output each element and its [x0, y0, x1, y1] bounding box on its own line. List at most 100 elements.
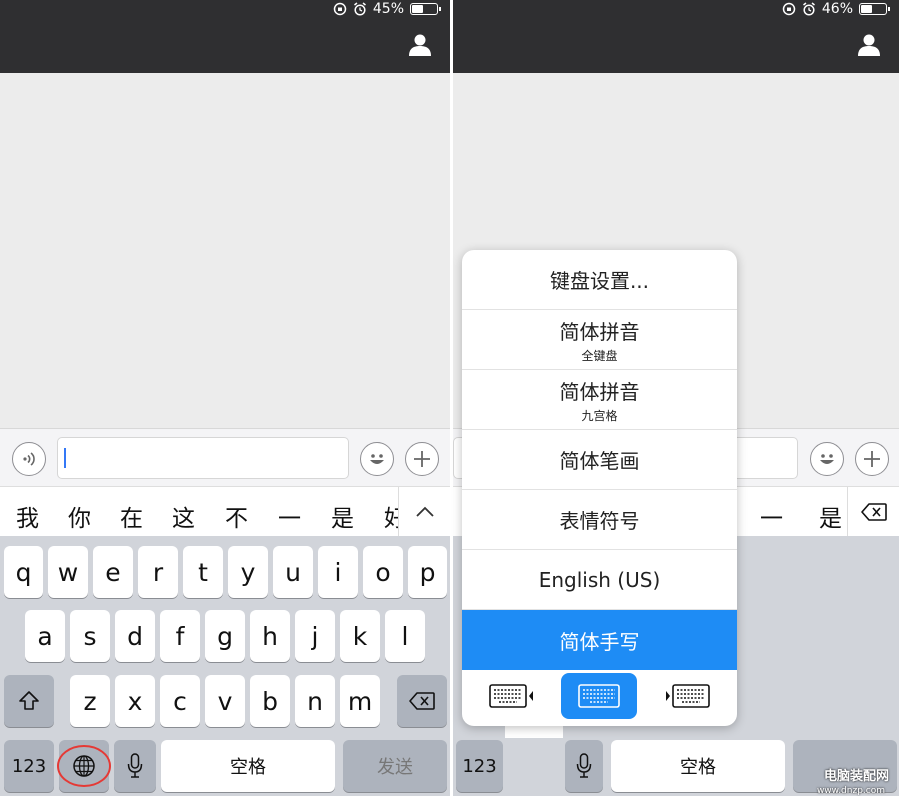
numbers-key[interactable]: 123 — [4, 740, 54, 792]
menu-item-english[interactable]: English (US) — [462, 550, 737, 610]
key-c[interactable]: c — [160, 675, 200, 727]
key-x[interactable]: x — [115, 675, 155, 727]
shift-arrow-icon — [19, 691, 39, 710]
title-bar: 45% — [0, 0, 450, 73]
contact-profile-icon[interactable] — [857, 34, 881, 56]
key-v[interactable]: v — [205, 675, 245, 727]
status-bar: 46% — [782, 1, 890, 17]
candidate-word[interactable]: 在 — [120, 499, 143, 533]
expand-candidates-button[interactable] — [398, 487, 450, 537]
key-q[interactable]: q — [4, 546, 43, 598]
keyboard-switcher-menu: 键盘设置... 简体拼音 全键盘 简体拼音 九宫格 简体笔画 表情符号 Engl… — [462, 250, 737, 726]
battery-percent: 45% — [372, 1, 404, 17]
voice-mode-button[interactable] — [12, 442, 46, 476]
keyboard: q w e r t y u i o p a s d f g h j k l z … — [0, 536, 450, 796]
key-j[interactable]: j — [295, 610, 335, 662]
candidate-word[interactable]: 不 — [225, 499, 248, 533]
key-l[interactable]: l — [385, 610, 425, 662]
keyboard-settings-item[interactable]: 键盘设置... — [462, 250, 737, 310]
candidate-word[interactable]: 一 — [760, 499, 783, 533]
keyboard-right-icon — [666, 684, 710, 708]
keyboard-center-button[interactable] — [561, 673, 637, 719]
menu-item-stroke[interactable]: 简体笔画 — [462, 430, 737, 490]
menu-item-label: 简体笔画 — [559, 449, 640, 473]
key-d[interactable]: d — [115, 610, 155, 662]
key-m[interactable]: m — [340, 675, 380, 727]
menu-item-label: 表情符号 — [559, 509, 640, 533]
key-n[interactable]: n — [295, 675, 335, 727]
menu-item-emoji[interactable]: 表情符号 — [462, 490, 737, 550]
orientation-lock-icon — [782, 2, 796, 16]
key-u[interactable]: u — [273, 546, 313, 598]
title-bar: 46% — [453, 0, 899, 73]
more-options-button[interactable] — [855, 442, 889, 476]
menu-item-label: 简体拼音 — [559, 319, 640, 344]
key-b[interactable]: b — [250, 675, 290, 727]
menu-item-pinyin-9key[interactable]: 简体拼音 九宫格 — [462, 370, 737, 430]
key-a[interactable]: a — [25, 610, 65, 662]
candidate-word[interactable]: 一 — [278, 499, 301, 533]
dictation-key[interactable] — [114, 740, 156, 792]
plus-icon — [864, 451, 880, 467]
smiley-icon — [820, 454, 834, 464]
highlight-ring — [57, 745, 111, 787]
shift-key[interactable] — [4, 675, 54, 727]
candidate-word[interactable]: 是 — [331, 499, 354, 533]
numbers-key[interactable]: 123 — [456, 740, 503, 792]
key-i[interactable]: i — [318, 546, 358, 598]
menu-item-label: English (US) — [538, 567, 661, 592]
keyboard-icon — [578, 684, 620, 708]
dictation-key[interactable] — [565, 740, 603, 792]
emoji-button[interactable] — [360, 442, 394, 476]
candidate-word[interactable]: 你 — [68, 499, 91, 533]
text-caret — [64, 448, 66, 468]
battery-percent: 46% — [821, 1, 853, 17]
key-k[interactable]: k — [340, 610, 380, 662]
keyboard-left-align-button[interactable] — [474, 673, 550, 719]
key-p[interactable]: p — [408, 546, 447, 598]
key-e[interactable]: e — [93, 546, 133, 598]
alarm-icon — [802, 2, 815, 16]
key-y[interactable]: y — [228, 546, 268, 598]
keyboard-left-icon — [489, 684, 533, 708]
plus-icon — [414, 451, 430, 467]
message-text-input[interactable] — [57, 437, 349, 479]
battery-icon — [410, 3, 441, 15]
watermark-title: 电脑装配网 — [823, 769, 889, 784]
menu-item-pinyin-full[interactable]: 简体拼音 全键盘 — [462, 310, 737, 370]
menu-item-sublabel: 全键盘 — [581, 348, 618, 363]
alarm-icon — [353, 2, 366, 16]
popup-tail — [505, 726, 563, 738]
delete-candidate-button[interactable] — [847, 487, 899, 537]
send-key[interactable]: 发送 — [343, 740, 447, 792]
chevron-up-icon — [415, 506, 434, 517]
key-o[interactable]: o — [363, 546, 403, 598]
watermark-url: www.dnzp.com — [816, 786, 885, 796]
menu-item-handwriting[interactable]: 简体手写 — [462, 610, 737, 670]
candidate-bar: 我 你 在 这 不 一 是 好 — [0, 486, 450, 537]
key-f[interactable]: f — [160, 610, 200, 662]
candidate-word[interactable]: 这 — [172, 499, 195, 533]
emoji-button[interactable] — [810, 442, 844, 476]
key-s[interactable]: s — [70, 610, 110, 662]
contact-profile-icon[interactable] — [408, 34, 432, 56]
space-key[interactable]: 空格 — [611, 740, 785, 792]
smiley-icon — [370, 454, 384, 464]
key-w[interactable]: w — [48, 546, 88, 598]
keyboard-right-align-button[interactable] — [649, 673, 725, 719]
more-options-button[interactable] — [405, 442, 439, 476]
menu-item-sublabel: 九宫格 — [581, 408, 618, 423]
candidate-word[interactable]: 我 — [16, 499, 39, 533]
key-g[interactable]: g — [205, 610, 245, 662]
microphone-icon — [576, 753, 592, 778]
key-t[interactable]: t — [183, 546, 223, 598]
key-h[interactable]: h — [250, 610, 290, 662]
message-input-bar — [0, 428, 450, 486]
delete-key[interactable] — [397, 675, 447, 727]
menu-item-label: 简体拼音 — [559, 379, 640, 404]
key-z[interactable]: z — [70, 675, 110, 727]
space-key[interactable]: 空格 — [161, 740, 335, 792]
key-r[interactable]: r — [138, 546, 178, 598]
menu-item-label: 简体手写 — [559, 629, 640, 654]
candidate-word[interactable]: 是 — [819, 499, 842, 533]
